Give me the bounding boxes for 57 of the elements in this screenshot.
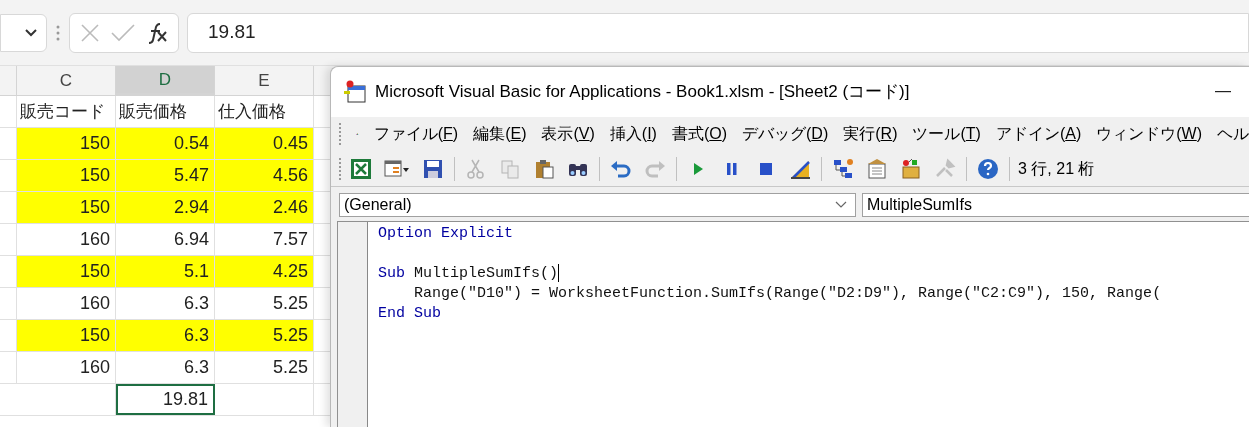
menu-item[interactable]: アドイン(A) (995, 122, 1082, 146)
help-icon[interactable] (977, 157, 999, 180)
table-cell[interactable]: 19.81 (116, 384, 215, 415)
menu-item[interactable]: 挿入(I) (609, 122, 657, 146)
properties-icon[interactable] (866, 157, 888, 180)
menu-item[interactable]: 編集(E) (473, 122, 527, 146)
menu-item[interactable]: 実行(R) (843, 122, 898, 146)
object-dropdown[interactable]: (General) (339, 193, 856, 217)
table-cell: 150 (17, 256, 116, 287)
table-cell: 5.25 (215, 320, 314, 351)
menu-item[interactable]: デバッグ(D) (742, 122, 829, 146)
chevron-down-icon (835, 201, 847, 209)
vba-app-icon (343, 80, 367, 104)
table-cell: 0.54 (116, 128, 215, 159)
minimize-icon[interactable] (1215, 91, 1231, 93)
form-dropdown-icon[interactable] (384, 157, 410, 180)
menu-item[interactable]: ツール(T) (912, 122, 981, 146)
table-cell: 150 (17, 320, 116, 351)
code-editor[interactable]: Option Explicit Sub MultipleSumIfs() Range("D10") = WorksheetFunction.SumIfs(Range("D2:D9"), Range("C2:C9"), 150, Range( End Sub (368, 222, 1249, 427)
menu-item[interactable]: ファイル(F) (373, 122, 459, 146)
clipboard-icon[interactable] (533, 157, 555, 180)
table-cell: 5.47 (116, 160, 215, 191)
code-line: End Sub (378, 304, 441, 324)
spreadsheet-icon[interactable] (350, 157, 372, 180)
code-line: Option Explicit (378, 224, 514, 244)
function-icon[interactable] (146, 21, 169, 44)
table-cell: 2.46 (215, 192, 314, 223)
table-cell: 0.45 (215, 128, 314, 159)
table-cell: 4.56 (215, 160, 314, 191)
grip-icon (55, 23, 61, 42)
cursor-position: 3 行, 21 桁 (1018, 158, 1095, 179)
menu-item[interactable]: ヘル (1217, 122, 1249, 146)
table-cell: 2.94 (116, 192, 215, 223)
column-header[interactable]: D (116, 66, 215, 95)
chevron-down-icon (24, 28, 38, 37)
window-title: Microsoft Visual Basic for Applications - Book1.xlsm - [Sheet2 (コード)] (375, 81, 910, 104)
table-cell: 150 (17, 192, 116, 223)
table-cell: 150 (17, 128, 116, 159)
code-line: Range("D10") = WorksheetFunction.SumIfs(Range("D2:D9"), Range("C2:C9"), 150, Range( (413, 284, 1162, 304)
checkmark-icon[interactable] (111, 23, 135, 42)
menu-item[interactable]: 書式(O) (671, 122, 728, 146)
column-header[interactable]: E (215, 66, 314, 95)
menu-item[interactable]: 表示(V) (541, 122, 595, 146)
box-icon[interactable] (900, 157, 922, 180)
table-cell: 6.3 (116, 320, 215, 351)
table-cell: 販売価格 (116, 96, 215, 127)
procedure-dropdown[interactable]: MultipleSumIfs (862, 193, 1249, 217)
table-cell: 4.25 (215, 256, 314, 287)
table-cell: 150 (17, 160, 116, 191)
formula-field[interactable]: 19.81 (187, 12, 1249, 53)
code-line: Sub MultipleSumIfs() (378, 264, 560, 284)
table-cell: 5.1 (116, 256, 215, 287)
tree-icon[interactable] (832, 157, 854, 180)
table-cell: 販売コード (17, 96, 116, 127)
menu-item[interactable]: ウィンドウ(W) (1096, 122, 1202, 146)
table-cell: 仕入価格 (215, 96, 314, 127)
save-icon[interactable] (422, 157, 444, 180)
